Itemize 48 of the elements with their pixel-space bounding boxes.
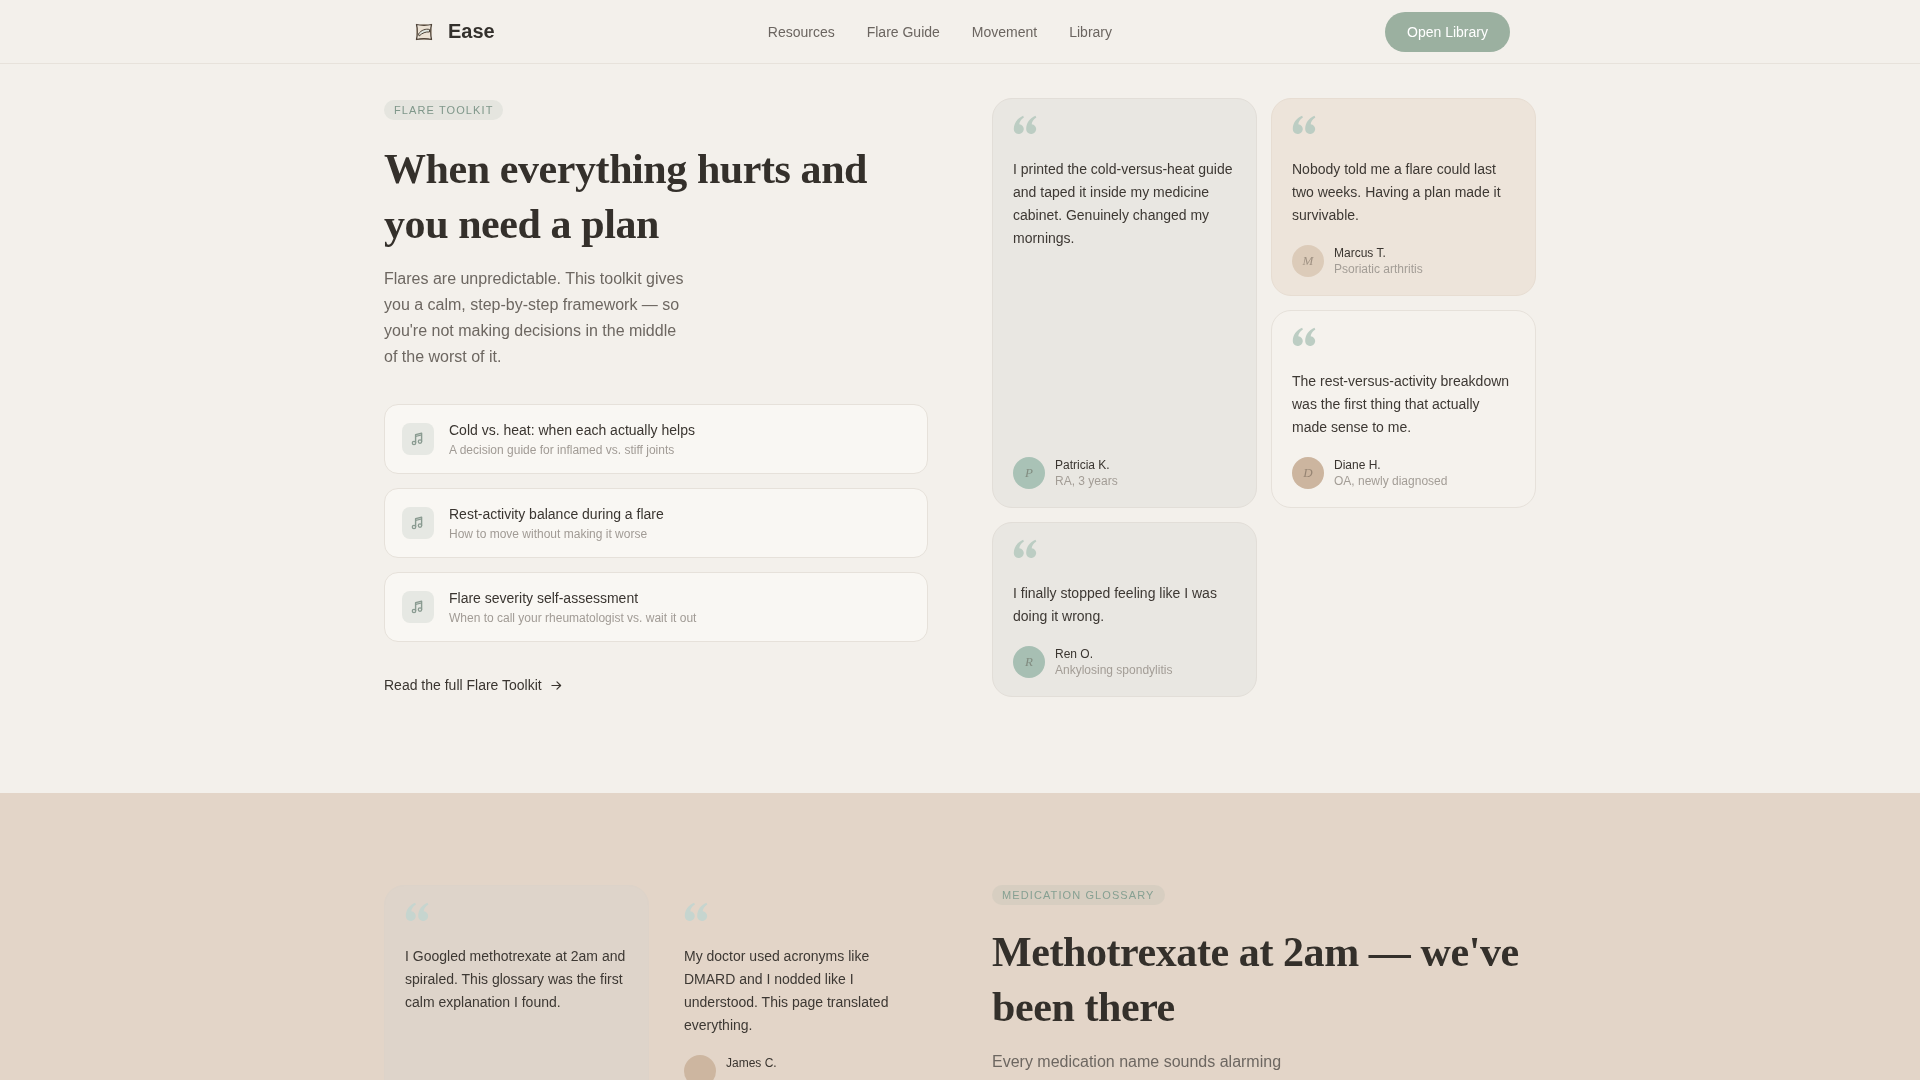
- nav-link[interactable]: Movement: [971, 21, 1038, 42]
- music-note-icon: [402, 507, 434, 539]
- section-intro: Every medication name sounds alarming: [992, 1052, 1282, 1072]
- section-intro: Flares are unpredictable. This toolkit gives you a calm, step-by-step framework — so you're not making decisions in the middle of the worst of it.: [384, 269, 685, 367]
- author-detail: Psoriatic arthritis: [1334, 261, 1423, 277]
- music-note-icon: [402, 423, 434, 455]
- guide-description: A decision guide for inflamed vs. stiff joints: [449, 442, 676, 458]
- guide-title: Rest-activity balance during a flare: [449, 505, 664, 524]
- guide-card[interactable]: Cold vs. heat: when each actually helps A decision guide for inflamed vs. stiff joints: [384, 404, 928, 474]
- guide-title: Flare severity self-assessment: [449, 589, 640, 608]
- music-note-icon: [402, 591, 434, 623]
- testimonial-quote: The rest-versus-activity breakdown was the first thing that actually made sense to me.: [1292, 372, 1511, 437]
- testimonial-quote: I Googled methotrexate at 2am and spiraled. This glossary was the first calm explanation I found.: [405, 947, 627, 1012]
- brand-name: Ease: [448, 20, 495, 43]
- quote-icon: [1013, 115, 1037, 134]
- quote-icon: [1292, 327, 1316, 346]
- arrow-right-icon: [550, 679, 562, 691]
- avatar: M: [1292, 245, 1324, 277]
- author-name: James C.: [726, 1055, 777, 1071]
- quote-icon: [405, 902, 429, 921]
- author-detail: Ankylosing spondylitis: [1055, 662, 1173, 678]
- guide-card[interactable]: Flare severity self-assessment When to call your rheumatologist vs. wait it out: [384, 572, 928, 642]
- author-name: Patricia K.: [1055, 457, 1111, 473]
- section-badge: MEDICATION GLOSSARY: [992, 885, 1165, 905]
- section-title: Methotrexate at 2am — we've been there: [992, 928, 1520, 1032]
- testimonial-quote: I finally stopped feeling like I was doing it wrong.: [1013, 584, 1218, 626]
- author-name: Ren O.: [1055, 646, 1094, 662]
- quote-icon: [1013, 539, 1037, 558]
- logo-icon: [414, 21, 434, 42]
- guide-description: How to move without making it worse: [449, 526, 649, 542]
- testimonial-quote: My doctor used acronyms like DMARD and I nodded like I understood. This page translated everything.: [684, 947, 890, 1035]
- author-name: Diane H.: [1334, 457, 1382, 473]
- section-badge: FLARE TOOLKIT: [384, 100, 504, 120]
- nav-link[interactable]: Library: [1069, 21, 1112, 42]
- guide-description: When to call your rheumatologist vs. wait it out: [449, 610, 697, 626]
- testimonial-quote: I printed the cold-versus-heat guide and taped it inside my medicine cabinet. Genuinely changed my mornings.: [1013, 160, 1234, 248]
- guide-card[interactable]: Rest-activity balance during a flare How to move without making it worse: [384, 488, 928, 558]
- quote-icon: [1292, 115, 1316, 134]
- quote-icon: [684, 902, 708, 921]
- author-name: Marcus T.: [1334, 245, 1387, 261]
- guide-title: Cold vs. heat: when each actually helps: [449, 421, 695, 440]
- read-toolkit-link[interactable]: Read the full Flare Toolkit: [384, 675, 562, 695]
- testimonial-quote: Nobody told me a flare could last two weeks. Having a plan made it survivable.: [1292, 160, 1502, 225]
- author-detail: OA, newly diagnosed: [1334, 473, 1448, 489]
- section-title: When everything hurts and you need a plan: [384, 145, 869, 249]
- author-detail: RA, 3 years: [1055, 473, 1118, 489]
- nav-link[interactable]: Flare Guide: [866, 21, 940, 42]
- nav-link[interactable]: Resources: [767, 21, 835, 42]
